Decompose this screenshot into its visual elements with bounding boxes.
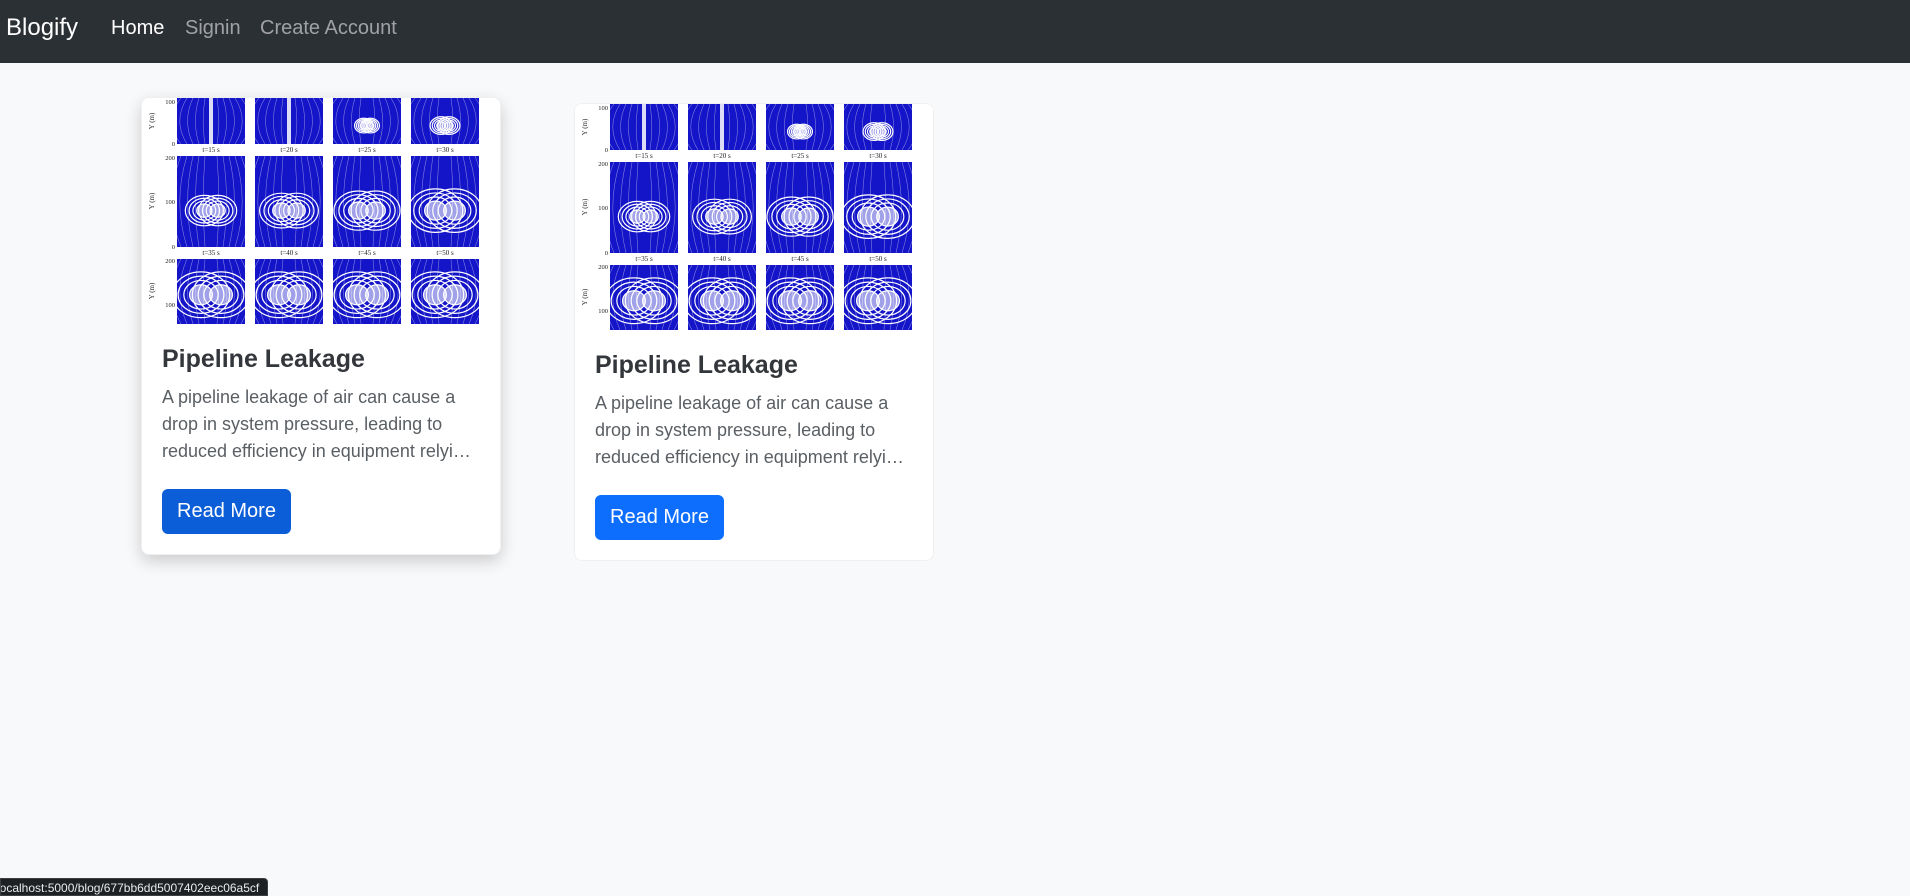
panel-time-label: t=40 s (713, 255, 731, 263)
card-excerpt: A pipeline leakage of air can cause a dr… (595, 393, 906, 467)
panel-time-label: t=25 s (791, 152, 809, 160)
panel-time-label: t=35 s (635, 255, 653, 263)
plot-panel (838, 104, 918, 151)
plot-panel (171, 258, 251, 324)
card-excerpt: A pipeline leakage of air can cause a dr… (162, 387, 473, 461)
axis-tick-label: 100 (165, 199, 175, 206)
axis-tick-label: 0 (172, 141, 175, 148)
plot-panel (760, 161, 840, 254)
axis-tick-label: 100 (598, 105, 608, 112)
plot-panel (249, 155, 329, 248)
card-body: Pipeline Leakage A pipeline leakage of a… (142, 324, 500, 554)
axis-label: Y (m) (581, 198, 589, 215)
plot-panel (327, 155, 407, 248)
blog-card-1: t=15 s t=20 s t=25 s t=30 s t=35 s t=40 s t=45… (141, 97, 501, 555)
axis-label: Y (m) (581, 118, 589, 135)
navbar: Blogify Home Signin Create Account (0, 0, 1910, 63)
read-more-button[interactable]: Read More (162, 489, 291, 534)
plot-panel (171, 155, 251, 248)
plot-panel (327, 98, 407, 145)
plot-panel (760, 104, 840, 151)
panel-time-label: t=25 s (358, 146, 376, 154)
plot-panel (171, 98, 251, 145)
axis-label: Y (m) (581, 288, 589, 305)
axis-label: Y (m) (148, 112, 156, 129)
plot-panel (405, 98, 485, 145)
panel-time-label: t=45 s (358, 249, 376, 257)
panel-time-label: t=30 s (869, 152, 887, 160)
panel-time-label: t=35 s (202, 249, 220, 257)
axis-tick-label: 100 (598, 308, 608, 315)
panel-time-label: t=45 s (791, 255, 809, 263)
plot-panel (249, 258, 329, 324)
plot-panel (838, 264, 918, 330)
card-title: Pipeline Leakage (595, 351, 798, 379)
plot-panel (838, 161, 918, 254)
panel-time-label: t=20 s (713, 152, 731, 160)
panel-time-label: t=50 s (436, 249, 454, 257)
plot-panel (604, 161, 684, 254)
card-title: Pipeline Leakage (162, 345, 365, 373)
blog-card-2: t=15 s t=20 s t=25 s t=30 s t=35 s t=40 s t=45… (574, 103, 934, 561)
axis-tick-label: 200 (598, 264, 608, 271)
plot-panel (405, 258, 485, 324)
axis-tick-label: 0 (605, 147, 608, 154)
blog-card-image[interactable]: t=15 s t=20 s t=25 s t=30 s t=35 s t=40 s t=45… (575, 104, 933, 330)
nav-link-home[interactable]: Home (111, 16, 164, 40)
panel-time-label: t=15 s (202, 146, 220, 154)
axis-tick-label: 100 (598, 205, 608, 212)
axis-tick-label: 200 (165, 258, 175, 265)
axis-label: Y (m) (148, 192, 156, 209)
card-body: Pipeline Leakage A pipeline leakage of a… (575, 330, 933, 560)
axis-tick-label: 200 (165, 155, 175, 162)
panel-time-label: t=50 s (869, 255, 887, 263)
axis-tick-label: 0 (605, 250, 608, 257)
panel-time-label: t=15 s (635, 152, 653, 160)
axis-label: Y (m) (148, 282, 156, 299)
brand-logo[interactable]: Blogify (6, 14, 78, 42)
axis-tick-label: 100 (165, 302, 175, 309)
axis-tick-label: 100 (165, 99, 175, 106)
plot-panel (760, 264, 840, 330)
plot-panel (405, 155, 485, 248)
nav-link-signin[interactable]: Signin (185, 16, 241, 40)
status-bar-url: localhost:5000/blog/677bb6dd5007402eec06… (0, 878, 269, 896)
plot-panel (682, 264, 762, 330)
axis-tick-label: 200 (598, 161, 608, 168)
status-url-text: localhost:5000/blog/677bb6dd5007402eec06… (0, 881, 260, 895)
panel-time-label: t=20 s (280, 146, 298, 154)
plot-panel (604, 104, 684, 151)
blog-card-image[interactable]: t=15 s t=20 s t=25 s t=30 s t=35 s t=40 s t=45… (142, 98, 500, 324)
plot-panel (604, 264, 684, 330)
nav-link-create-account[interactable]: Create Account (260, 16, 397, 40)
plot-panel (327, 258, 407, 324)
read-more-button[interactable]: Read More (595, 495, 724, 540)
plot-panel (682, 161, 762, 254)
plot-panel (249, 98, 329, 145)
axis-tick-label: 0 (172, 244, 175, 251)
plot-panel (682, 104, 762, 151)
panel-time-label: t=30 s (436, 146, 454, 154)
panel-time-label: t=40 s (280, 249, 298, 257)
